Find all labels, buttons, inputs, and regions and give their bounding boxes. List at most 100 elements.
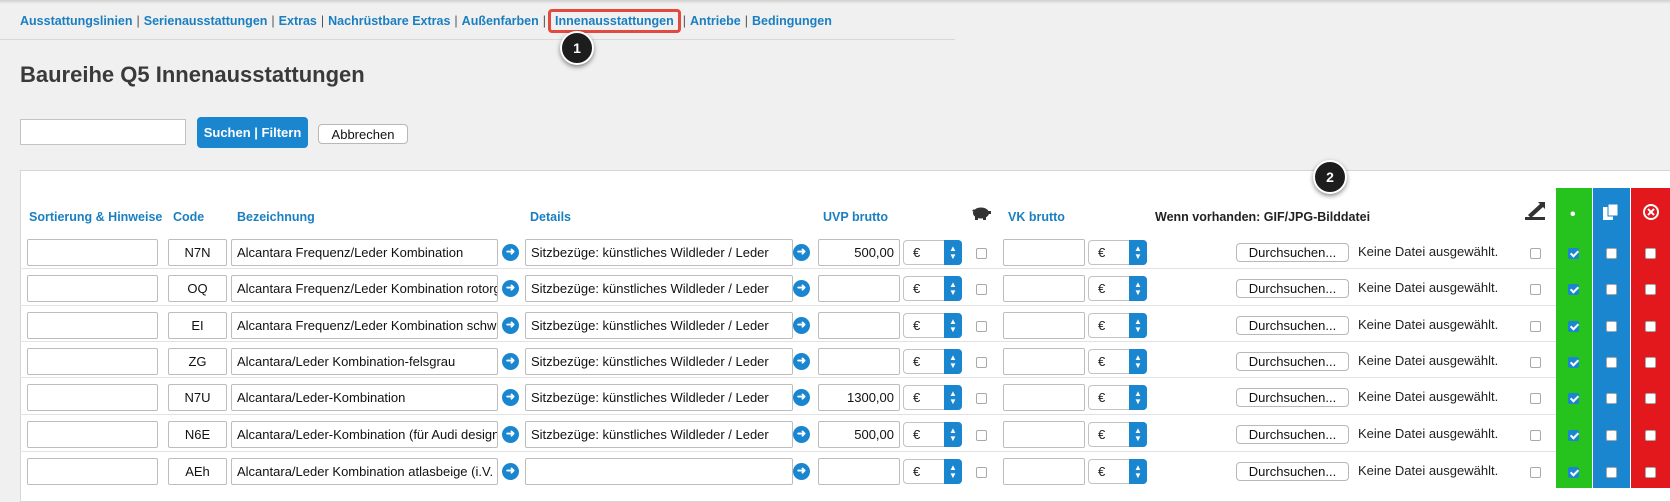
- vk-input[interactable]: [1003, 384, 1085, 411]
- export-icon[interactable]: [1524, 201, 1546, 221]
- delete-checkbox[interactable]: [1645, 393, 1656, 404]
- piggy-checkbox[interactable]: [976, 467, 987, 478]
- active-checkbox[interactable]: [1568, 393, 1579, 404]
- currency-select[interactable]: € ▲ ▼: [1088, 422, 1147, 447]
- arrow-right-icon[interactable]: ➜: [502, 244, 519, 261]
- sort-input[interactable]: [27, 312, 158, 339]
- name-input[interactable]: Alcantara/Leder-Kombination: [231, 384, 498, 411]
- delete-circle-icon[interactable]: [1642, 203, 1660, 221]
- arrow-right-icon[interactable]: ➜: [502, 353, 519, 370]
- code-input[interactable]: N6E: [168, 421, 227, 448]
- nav-link[interactable]: Innenausstattungen: [548, 9, 681, 33]
- name-input[interactable]: Alcantara Frequenz/Leder Kombination sch…: [231, 312, 498, 339]
- active-checkbox[interactable]: [1568, 357, 1579, 368]
- details-input[interactable]: Sitzbezüge: künstliches Wildleder / Lede…: [525, 275, 793, 302]
- piggy-checkbox[interactable]: [976, 321, 987, 332]
- arrow-right-icon[interactable]: ➜: [502, 389, 519, 406]
- file-browse-button[interactable]: Durchsuchen...: [1236, 425, 1349, 444]
- currency-select[interactable]: € ▲ ▼: [903, 349, 962, 374]
- header-name[interactable]: Bezeichnung: [237, 210, 315, 224]
- header-code[interactable]: Code: [173, 210, 204, 224]
- name-input[interactable]: Alcantara/Leder Kombination atlasbeige (…: [231, 458, 498, 485]
- uvp-input[interactable]: [818, 275, 900, 302]
- arrow-right-icon[interactable]: ➜: [793, 463, 810, 480]
- uvp-input[interactable]: [818, 458, 900, 485]
- currency-select[interactable]: € ▲ ▼: [1088, 385, 1147, 410]
- export-checkbox[interactable]: [1530, 467, 1541, 478]
- copy-checkbox[interactable]: [1606, 248, 1617, 259]
- arrow-right-icon[interactable]: ➜: [793, 317, 810, 334]
- file-browse-button[interactable]: Durchsuchen...: [1236, 279, 1349, 298]
- file-browse-button[interactable]: Durchsuchen...: [1236, 243, 1349, 262]
- active-checkbox[interactable]: [1568, 284, 1579, 295]
- uvp-input[interactable]: 500,00: [818, 239, 900, 266]
- file-browse-button[interactable]: Durchsuchen...: [1236, 316, 1349, 335]
- sort-input[interactable]: [27, 458, 158, 485]
- cancel-button[interactable]: Abbrechen: [318, 124, 408, 144]
- sort-input[interactable]: [27, 384, 158, 411]
- copy-checkbox[interactable]: [1606, 357, 1617, 368]
- currency-select[interactable]: € ▲ ▼: [903, 276, 962, 301]
- copy-checkbox[interactable]: [1606, 430, 1617, 441]
- delete-checkbox[interactable]: [1645, 248, 1656, 259]
- name-input[interactable]: Alcantara Frequenz/Leder Kombination rot…: [231, 275, 498, 302]
- delete-checkbox[interactable]: [1645, 321, 1656, 332]
- copy-checkbox[interactable]: [1606, 467, 1617, 478]
- search-input[interactable]: [20, 119, 186, 145]
- arrow-right-icon[interactable]: ➜: [793, 389, 810, 406]
- name-input[interactable]: Alcantara/Leder Kombination-felsgrau: [231, 348, 498, 375]
- active-checkbox[interactable]: [1568, 248, 1579, 259]
- active-checkbox[interactable]: [1568, 321, 1579, 332]
- code-input[interactable]: OQ: [168, 275, 227, 302]
- uvp-input[interactable]: [818, 312, 900, 339]
- details-input[interactable]: [525, 458, 793, 485]
- details-input[interactable]: Sitzbezüge: künstliches Wildleder / Lede…: [525, 239, 793, 266]
- nav-link[interactable]: Außenfarben: [462, 14, 539, 28]
- copy-checkbox[interactable]: [1606, 284, 1617, 295]
- vk-input[interactable]: [1003, 275, 1085, 302]
- vk-input[interactable]: [1003, 312, 1085, 339]
- name-input[interactable]: Alcantara Frequenz/Leder Kombination: [231, 239, 498, 266]
- sort-input[interactable]: [27, 348, 158, 375]
- delete-checkbox[interactable]: [1645, 284, 1656, 295]
- code-input[interactable]: N7N: [168, 239, 227, 266]
- export-checkbox[interactable]: [1530, 393, 1541, 404]
- sort-input[interactable]: [27, 421, 158, 448]
- piggy-checkbox[interactable]: [976, 284, 987, 295]
- export-checkbox[interactable]: [1530, 248, 1541, 259]
- arrow-right-icon[interactable]: ➜: [793, 426, 810, 443]
- file-browse-button[interactable]: Durchsuchen...: [1236, 462, 1349, 481]
- details-input[interactable]: Sitzbezüge: künstliches Wildleder / Lede…: [525, 384, 793, 411]
- search-filter-button[interactable]: Suchen | Filtern: [197, 117, 308, 148]
- nav-link[interactable]: Extras: [279, 14, 317, 28]
- code-input[interactable]: EI: [168, 312, 227, 339]
- arrow-right-icon[interactable]: ➜: [502, 317, 519, 334]
- vk-input[interactable]: [1003, 239, 1085, 266]
- file-browse-button[interactable]: Durchsuchen...: [1236, 352, 1349, 371]
- delete-checkbox[interactable]: [1645, 467, 1656, 478]
- currency-select[interactable]: € ▲ ▼: [903, 313, 962, 338]
- sort-input[interactable]: [27, 275, 158, 302]
- export-checkbox[interactable]: [1530, 430, 1541, 441]
- currency-select[interactable]: € ▲ ▼: [903, 422, 962, 447]
- copy-checkbox[interactable]: [1606, 393, 1617, 404]
- nav-link[interactable]: Nachrüstbare Extras: [328, 14, 450, 28]
- header-sort[interactable]: Sortierung & Hinweise: [29, 210, 162, 224]
- details-input[interactable]: Sitzbezüge: künstliches Wildleder / Lede…: [525, 348, 793, 375]
- details-input[interactable]: Sitzbezüge: künstliches Wildleder / Lede…: [525, 312, 793, 339]
- name-input[interactable]: Alcantara/Leder-Kombination (für Audi de…: [231, 421, 498, 448]
- currency-select[interactable]: € ▲ ▼: [903, 240, 962, 265]
- piggy-checkbox[interactable]: [976, 393, 987, 404]
- header-uvp[interactable]: UVP brutto: [823, 210, 888, 224]
- copy-checkbox[interactable]: [1606, 321, 1617, 332]
- currency-select[interactable]: € ▲ ▼: [1088, 240, 1147, 265]
- currency-select[interactable]: € ▲ ▼: [1088, 313, 1147, 338]
- arrow-right-icon[interactable]: ➜: [502, 426, 519, 443]
- sort-input[interactable]: [27, 239, 158, 266]
- delete-checkbox[interactable]: [1645, 430, 1656, 441]
- arrow-right-icon[interactable]: ➜: [793, 280, 810, 297]
- active-checkbox[interactable]: [1568, 467, 1579, 478]
- piggy-checkbox[interactable]: [976, 430, 987, 441]
- file-browse-button[interactable]: Durchsuchen...: [1236, 388, 1349, 407]
- currency-select[interactable]: € ▲ ▼: [903, 385, 962, 410]
